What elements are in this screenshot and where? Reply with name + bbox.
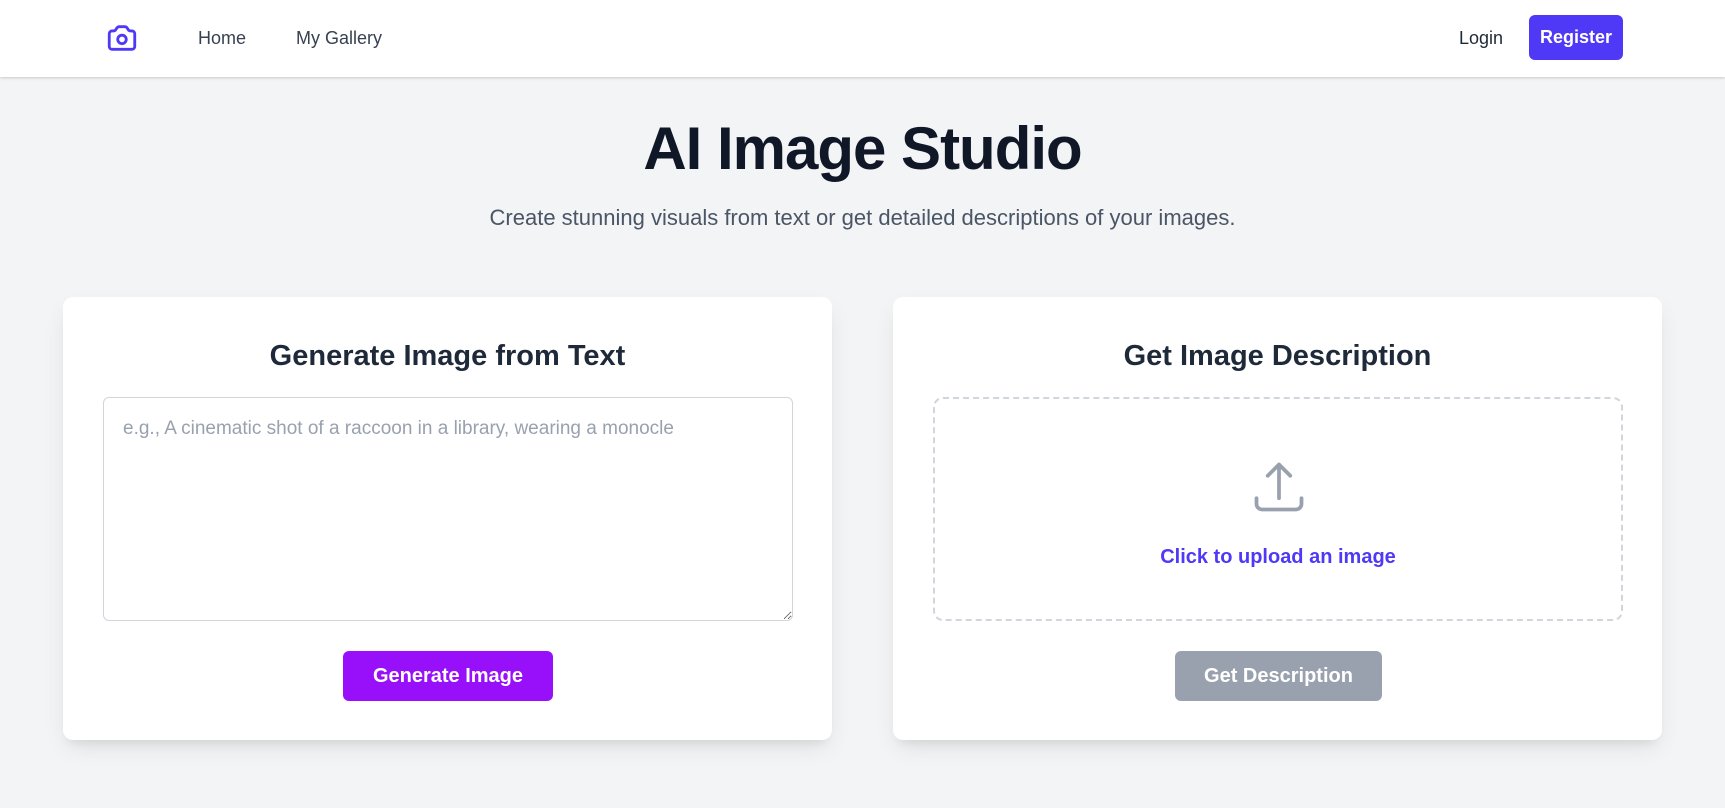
image-description-card: Get Image Description Click to upload an… bbox=[893, 297, 1662, 740]
image-upload-dropzone[interactable]: Click to upload an image bbox=[933, 397, 1623, 621]
register-button[interactable]: Register bbox=[1529, 15, 1623, 60]
generate-image-button[interactable]: Generate Image bbox=[343, 651, 553, 701]
describe-card-title: Get Image Description bbox=[1123, 340, 1432, 372]
upload-prompt-label[interactable]: Click to upload an image bbox=[935, 544, 1621, 570]
generate-card-title: Generate Image from Text bbox=[269, 340, 626, 372]
prompt-textarea[interactable] bbox=[103, 397, 793, 621]
get-description-button[interactable]: Get Description bbox=[1175, 651, 1382, 701]
page-subtitle: Create stunning visuals from text or get… bbox=[489, 205, 1236, 230]
upload-icon bbox=[1254, 462, 1304, 512]
generate-image-card: Generate Image from Text Generate Image bbox=[63, 297, 832, 740]
nav-link-home[interactable]: Home bbox=[198, 26, 246, 50]
top-navbar: Home My Gallery Login Register bbox=[0, 0, 1725, 77]
camera-icon[interactable] bbox=[104, 21, 140, 55]
nav-link-my-gallery[interactable]: My Gallery bbox=[296, 26, 382, 50]
page-title: AI Image Studio bbox=[643, 115, 1082, 182]
login-link[interactable]: Login bbox=[1459, 26, 1503, 50]
